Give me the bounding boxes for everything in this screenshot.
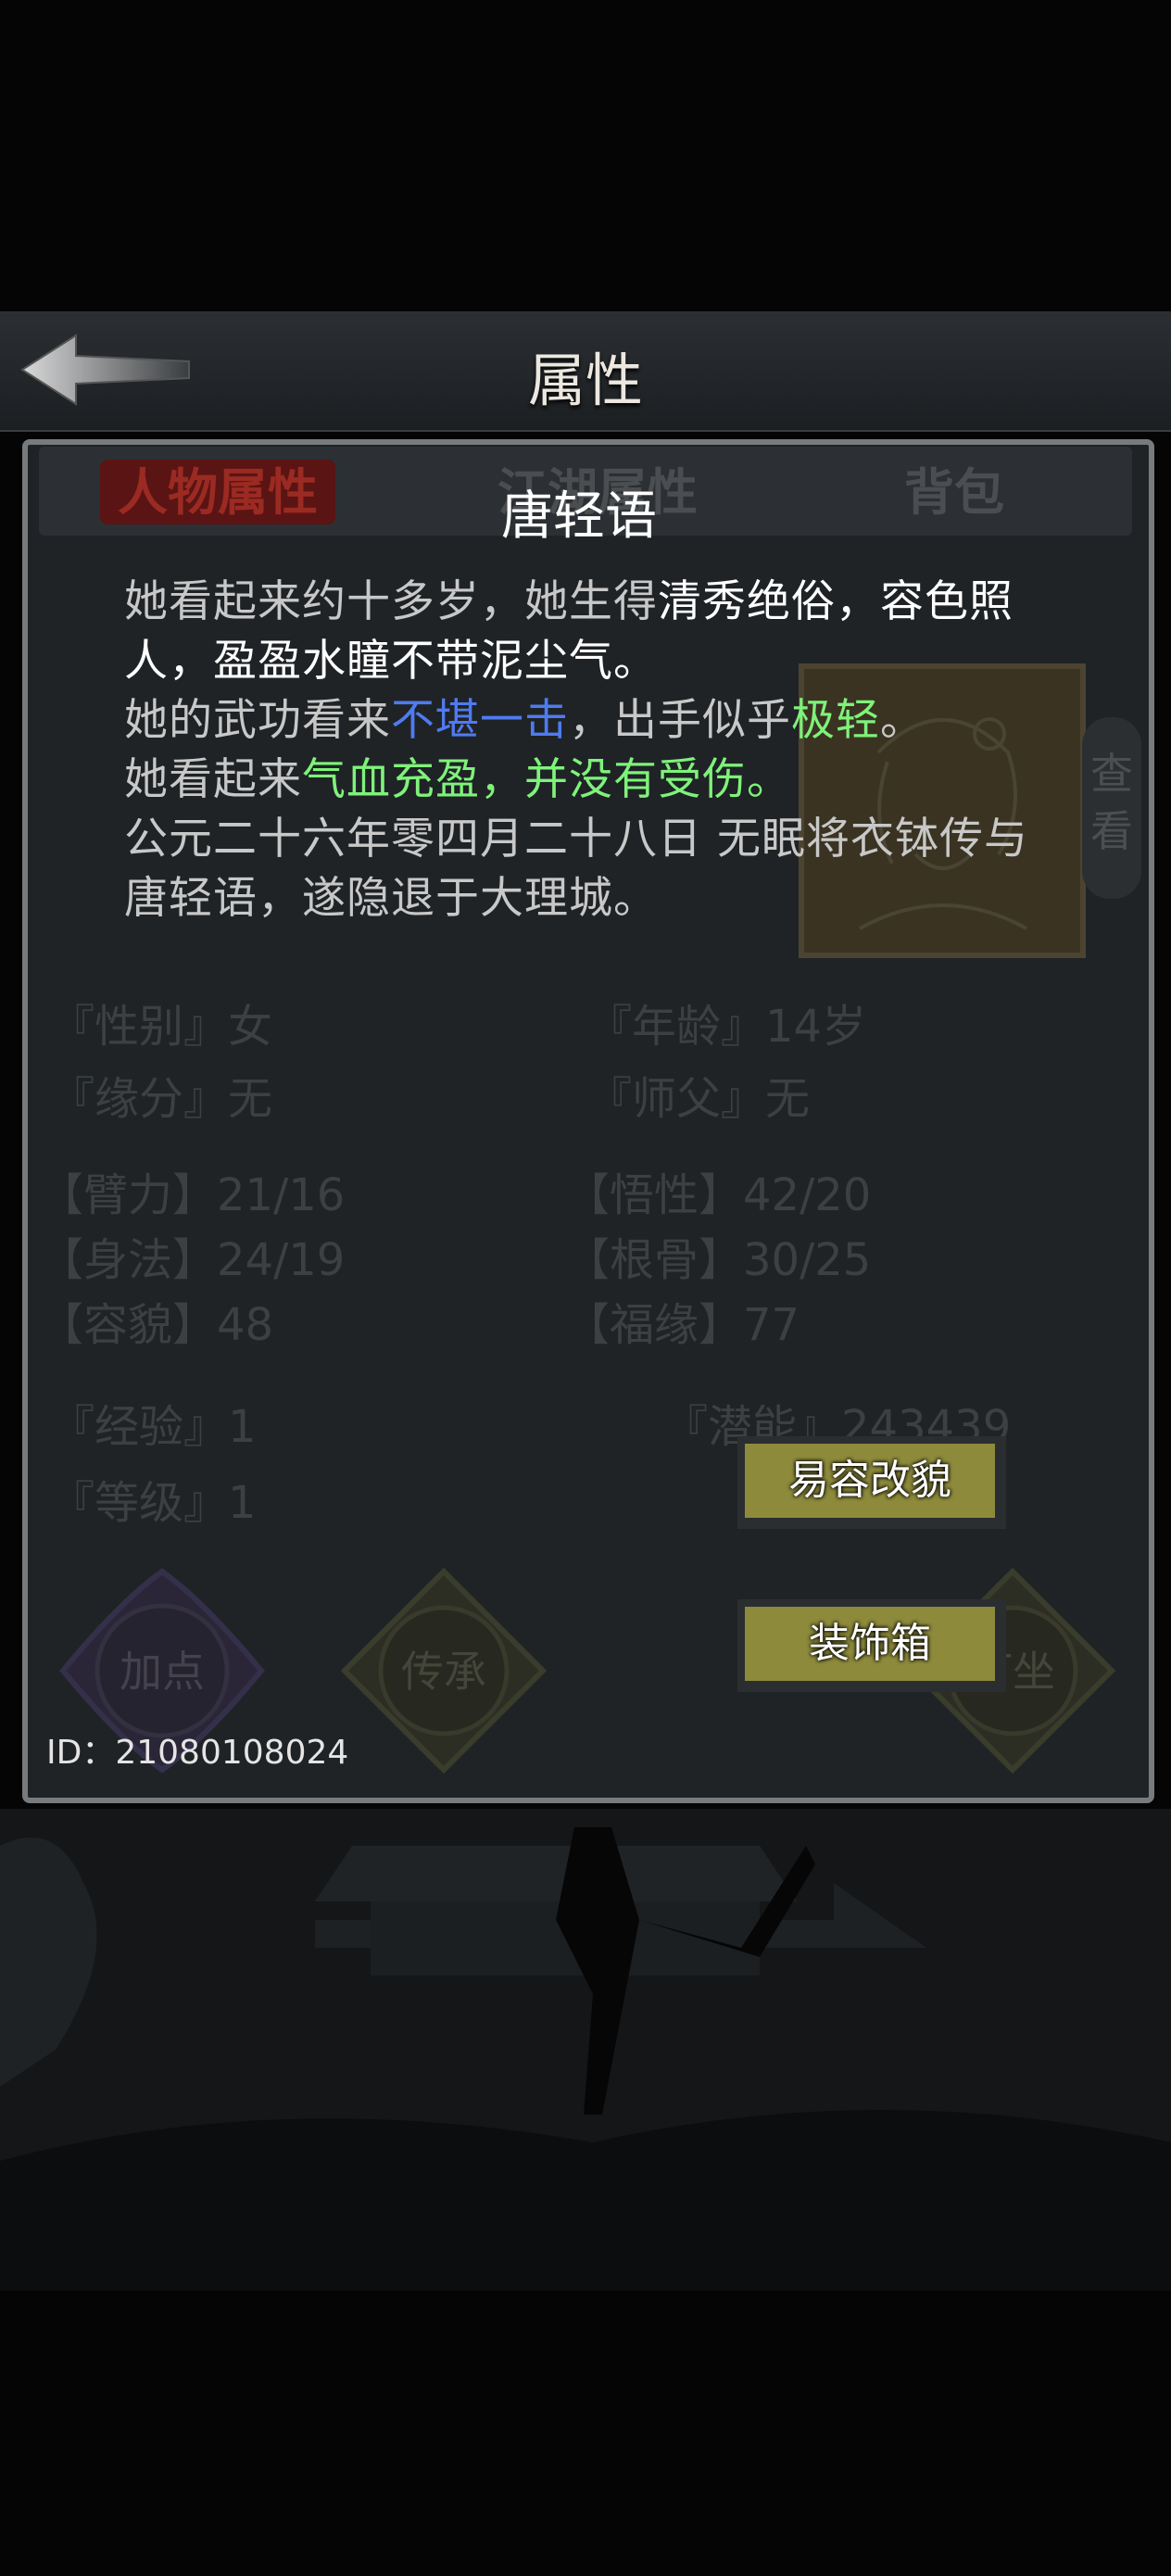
decoration-box-button[interactable]: 装饰箱	[737, 1599, 1006, 1692]
level-row: 『等级』1	[50, 1477, 257, 1529]
player-id: ID：21080108024	[46, 1734, 349, 1772]
inherit-button[interactable]: 传承	[337, 1564, 550, 1777]
master-row: 『师父』无	[587, 1073, 811, 1125]
attr-comprehension: 【悟性】42/20	[565, 1169, 872, 1221]
silhouette-scene	[0, 1809, 1171, 2291]
fate-row: 『缘分』无	[50, 1073, 273, 1125]
character-description: 她看起来约十多岁，她生得清秀绝俗，容色照人，盈盈水瞳不带泥尘气。 她的武功看来不…	[124, 576, 1028, 924]
experience-row: 『经验』1	[50, 1401, 257, 1453]
attr-agility: 【身法】24/19	[39, 1234, 346, 1286]
attr-appearance: 【容貌】48	[39, 1299, 274, 1351]
inherit-label: 传承	[401, 1647, 486, 1697]
age-row: 『年龄』14岁	[587, 1001, 867, 1053]
view-button[interactable]: 查看	[1082, 717, 1141, 899]
add-points-label: 加点	[120, 1647, 205, 1697]
attr-strength: 【臂力】21/16	[39, 1169, 346, 1221]
character-name: 唐轻语	[501, 486, 657, 547]
gender-row: 『性别』女	[50, 1001, 273, 1053]
attr-constitution: 【根骨】30/25	[565, 1234, 872, 1286]
attr-fortune: 【福缘】77	[565, 1299, 800, 1351]
page-title: 属性	[527, 347, 643, 414]
disguise-button[interactable]: 易容改貌	[737, 1436, 1006, 1529]
